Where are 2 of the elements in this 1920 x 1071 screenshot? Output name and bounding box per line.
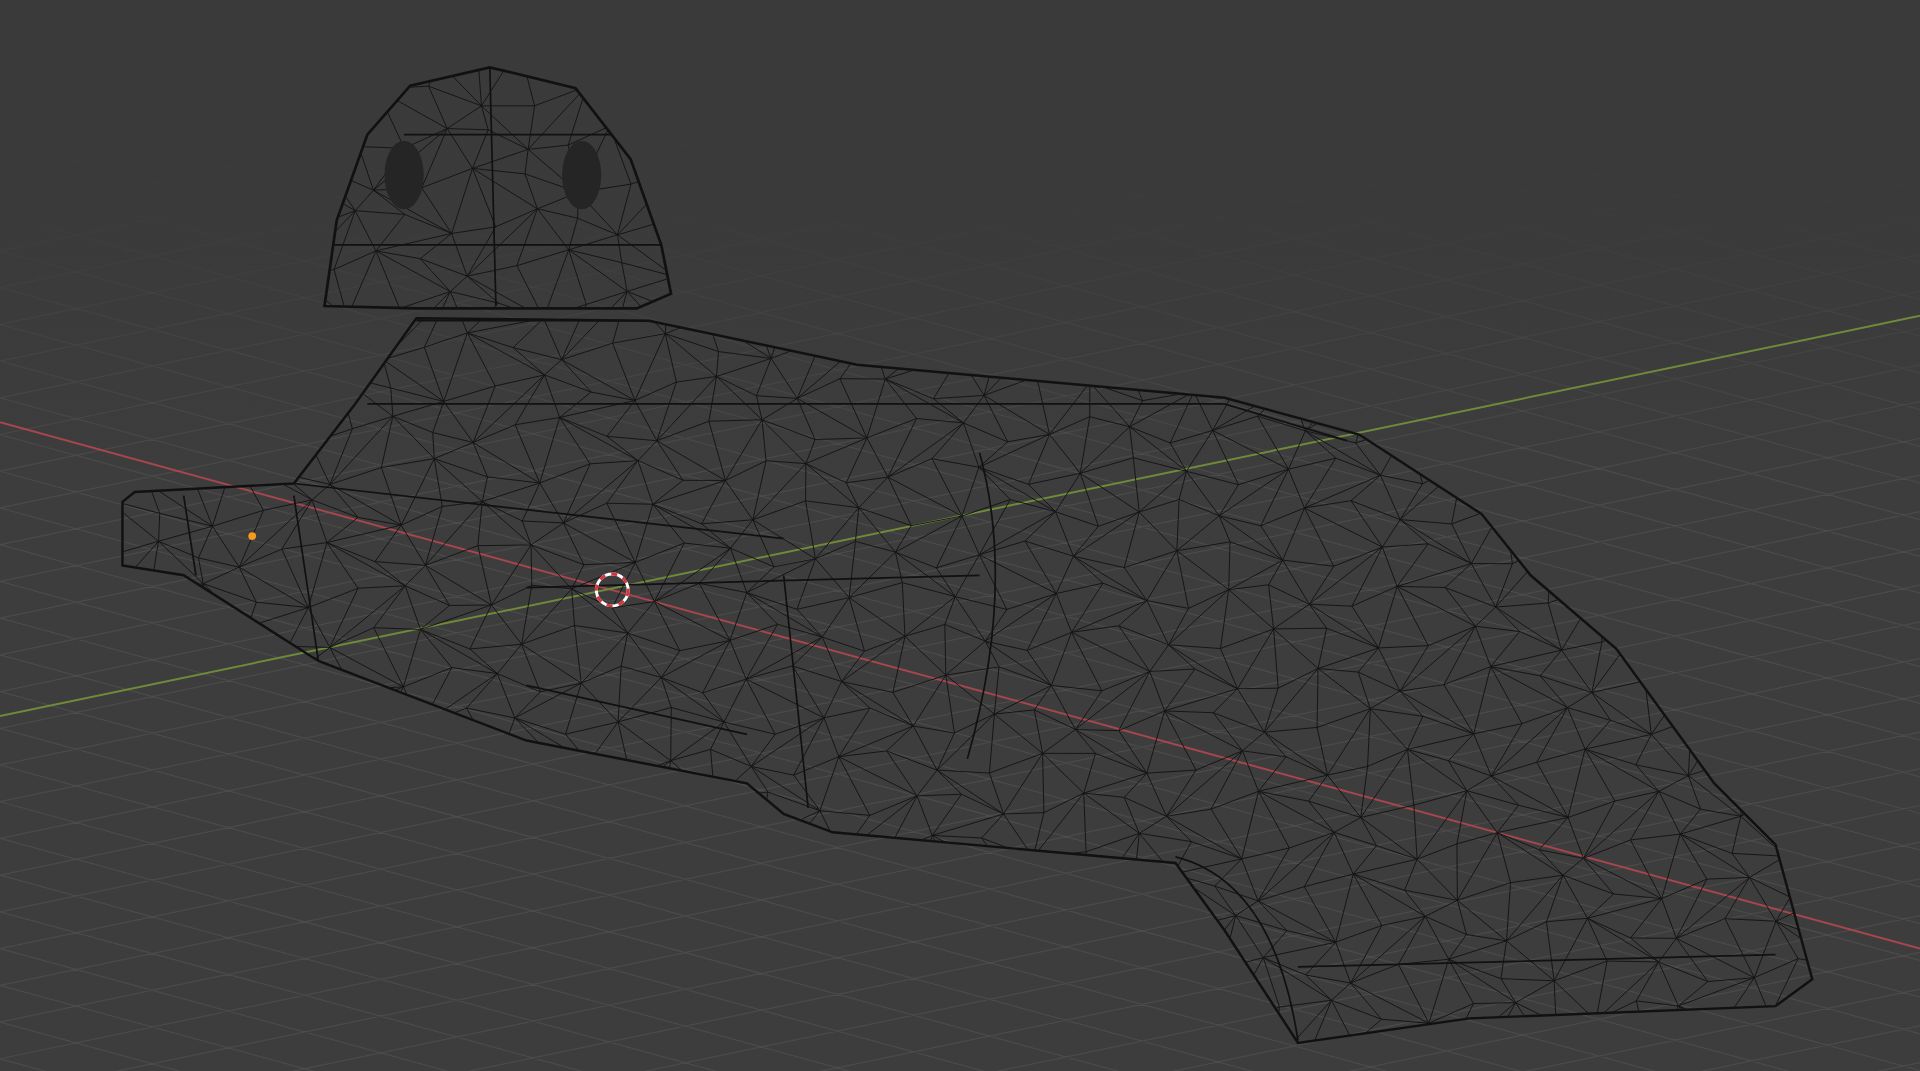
origin-point [248,532,257,541]
3d-cursor-icon[interactable] [594,572,630,608]
